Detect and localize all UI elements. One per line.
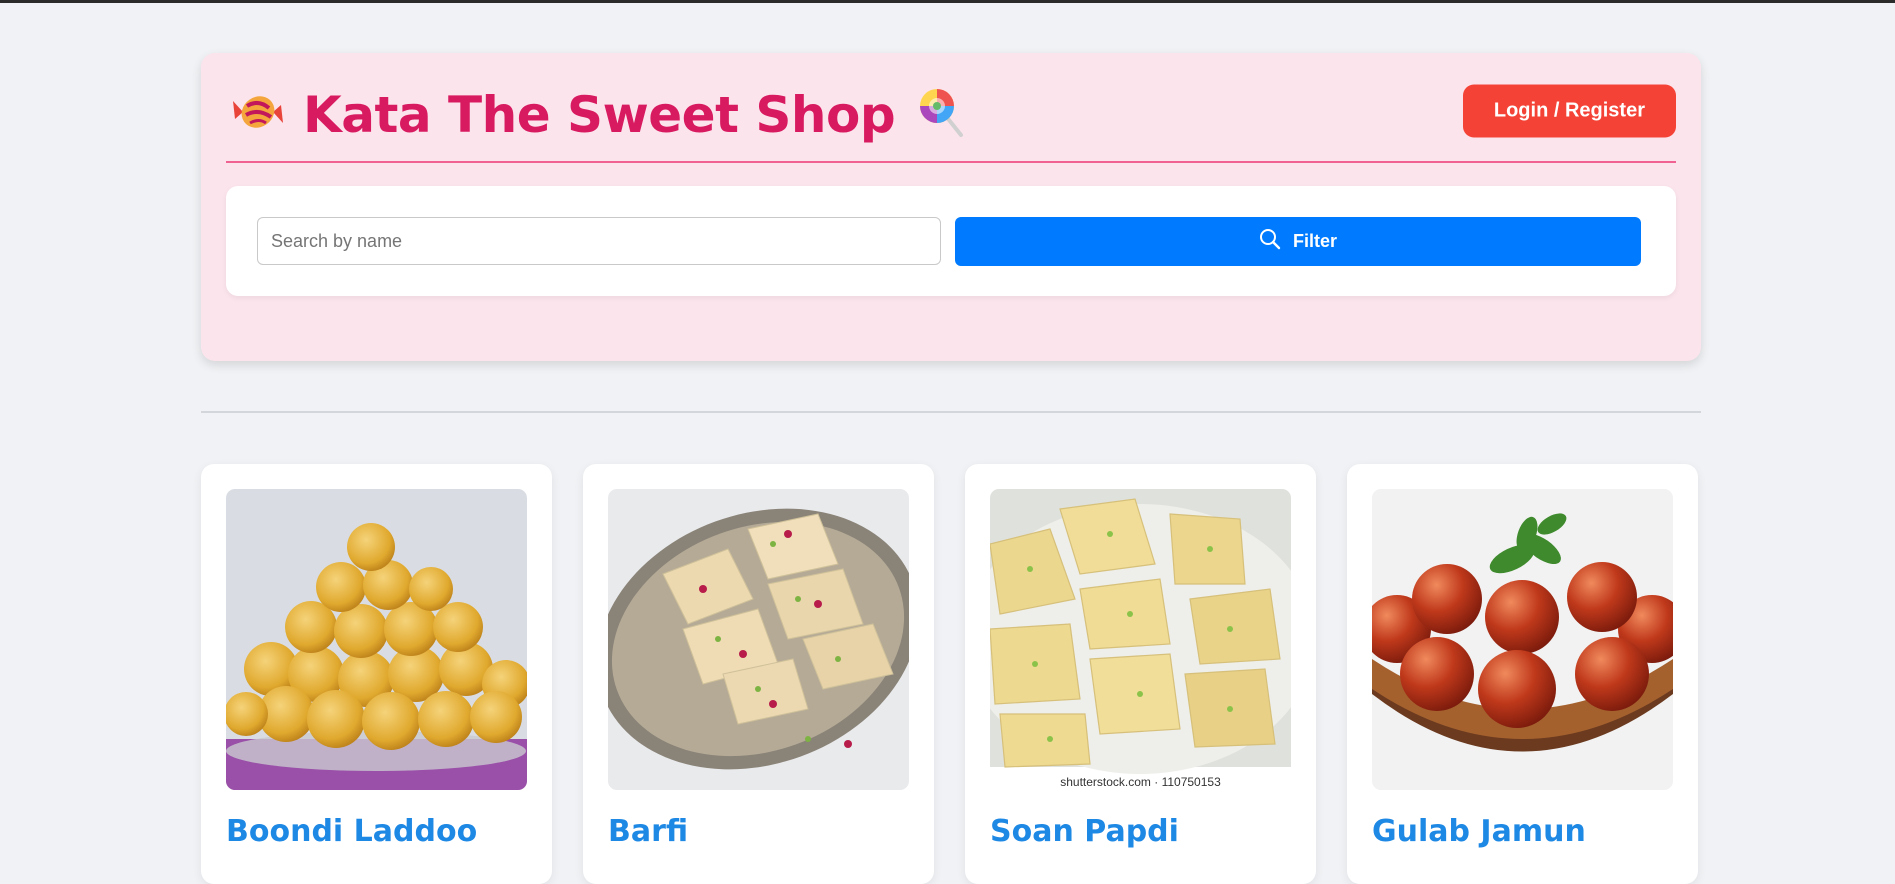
title-bar: Kata The Sweet Shop Login / Register [226,79,1676,163]
section-divider [201,411,1701,413]
search-input[interactable] [257,217,941,265]
boondi-laddoo-image [226,489,527,790]
shop-name: Kata The Sweet Shop [303,86,896,144]
sweet-card[interactable]: shutterstock.com · 110750153 Soan Papdi [965,464,1316,884]
filter-button[interactable]: Filter [955,217,1641,266]
search-filter-panel: Filter [226,186,1676,296]
filter-button-label: Filter [1292,231,1337,251]
image-caption: shutterstock.com · 110750153 [1060,775,1221,789]
search-icon [1259,228,1281,255]
candy-icon [231,85,285,146]
sweet-name: Boondi Laddoo [226,814,478,849]
gulab-jamun-image [1372,489,1673,790]
main-container: Kata The Sweet Shop Login / Register Sea… [201,53,1701,884]
sweet-name: Barfi [608,814,689,849]
soan-papdi-image: shutterstock.com · 110750153 [990,489,1291,790]
sweet-name: Gulab Jamun [1372,814,1586,849]
sweet-card[interactable]: Boondi Laddoo [201,464,552,884]
sweet-name: Soan Papdi [990,814,1179,849]
barfi-image [608,489,909,790]
sweet-card[interactable]: Gulab Jamun [1347,464,1698,884]
login-register-button[interactable]: Login / Register [1462,84,1676,138]
lollipop-icon [913,85,967,146]
sweet-card[interactable]: Barfi [583,464,934,884]
window-top-border [0,0,1895,3]
page-title: Kata The Sweet Shop [231,79,967,151]
sweets-grid: Boondi Laddoo Barfi shutterstock.com · 1… [201,464,1701,884]
header-panel: Kata The Sweet Shop Login / Register Sea… [201,53,1701,361]
